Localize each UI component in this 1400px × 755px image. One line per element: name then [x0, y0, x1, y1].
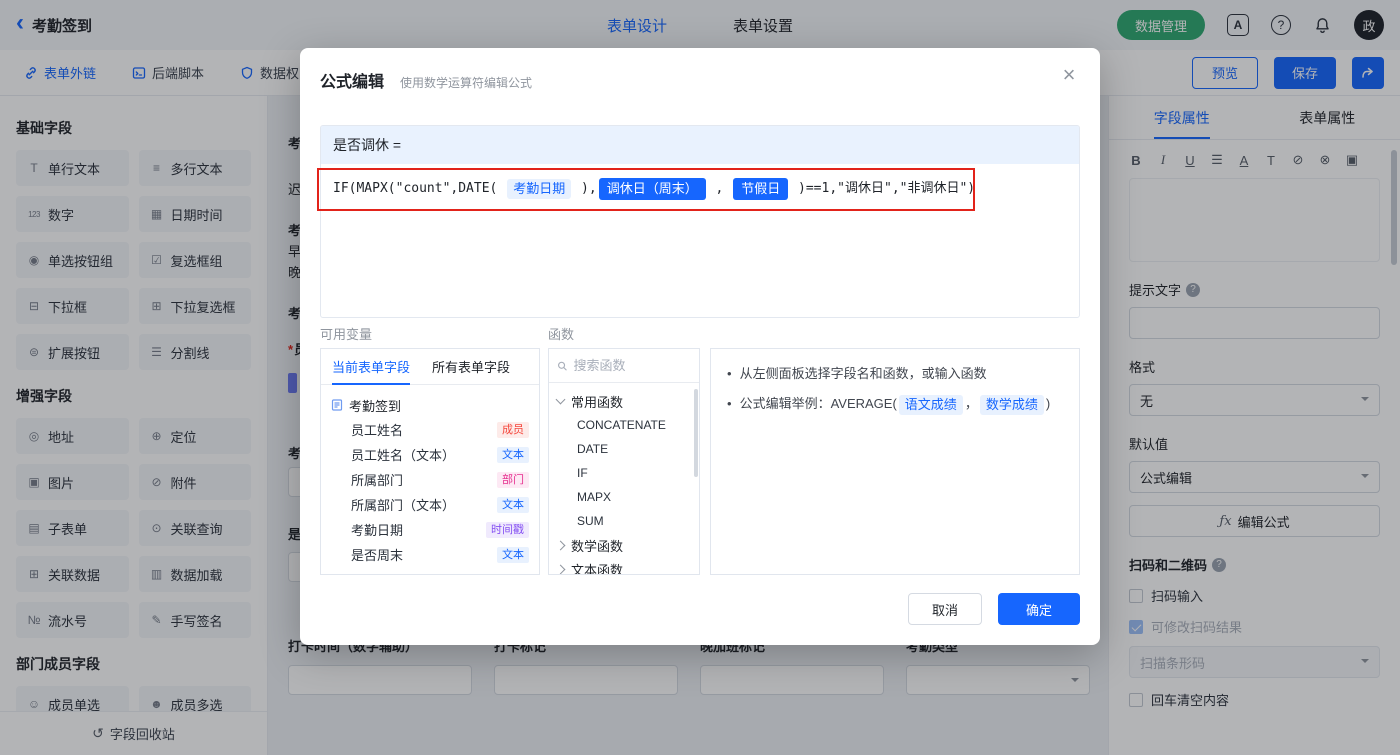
- tab-current-form-fields[interactable]: 当前表单字段: [321, 349, 421, 385]
- field-type-tag: 文本: [497, 446, 529, 463]
- search-input[interactable]: [573, 358, 691, 373]
- cancel-button[interactable]: 取消: [908, 593, 982, 625]
- function-item[interactable]: SUM: [555, 509, 693, 533]
- example-field-chip: 语文成绩: [898, 394, 963, 415]
- tab-all-form-fields[interactable]: 所有表单字段: [421, 349, 521, 384]
- help-example: 公式编辑举例：AVERAGE(语文成绩，数学成绩): [740, 393, 1050, 415]
- function-item[interactable]: CONCATENATE: [555, 413, 693, 437]
- confirm-button[interactable]: 确定: [998, 593, 1080, 625]
- form-node[interactable]: 考勤签到: [331, 393, 529, 417]
- formula-help-panel: 从左侧面板选择字段名和函数，或输入函数 公式编辑举例：AVERAGE(语文成绩，…: [710, 348, 1080, 575]
- variable-row[interactable]: 员工姓名 成员: [331, 417, 529, 442]
- variables-label: 可用变量: [320, 327, 373, 342]
- functions-panel: 常用函数 CONCATENATE DATE IF MAPX SUM 数学函数 文…: [548, 348, 700, 575]
- formula-edit-modal: 公式编辑 使用数学运算符编辑公式 是否调休 = IF(MAPX("count",…: [300, 48, 1100, 645]
- help-tip: 从左侧面板选择字段名和函数，或输入函数: [739, 366, 987, 381]
- field-chip-selected[interactable]: 节假日: [733, 177, 789, 200]
- field-type-tag: 文本: [497, 546, 529, 563]
- function-item[interactable]: MAPX: [555, 485, 693, 509]
- functions-scrollbar[interactable]: [694, 389, 698, 477]
- field-chip-selected[interactable]: 调休日（周末）: [598, 177, 706, 200]
- field-type-tag: 文本: [497, 496, 529, 513]
- field-type-tag: 时间戳: [486, 521, 529, 538]
- field-type-tag: 部门: [497, 471, 529, 488]
- variable-row[interactable]: 考勤日期 时间戳: [331, 517, 529, 542]
- function-group-text[interactable]: 文本函数: [555, 557, 693, 574]
- formula-editor-block: 是否调休 = IF(MAPX("count",DATE( 考勤日期 ), 调休日（…: [320, 125, 1080, 318]
- chevron-right-icon: [555, 540, 566, 550]
- chevron-down-icon: [555, 394, 566, 405]
- function-group-common[interactable]: 常用函数: [555, 389, 693, 413]
- document-icon: [331, 399, 343, 411]
- function-search: [549, 349, 699, 383]
- functions-label: 函数: [548, 327, 575, 342]
- search-icon: [558, 361, 567, 370]
- function-group-math[interactable]: 数学函数: [555, 533, 693, 557]
- formula-editor[interactable]: IF(MAPX("count",DATE( 考勤日期 ), 调休日（周末） , 节…: [321, 164, 1079, 317]
- example-field-chip: 数学成绩: [979, 394, 1044, 415]
- variable-row[interactable]: 是否周末 文本: [331, 542, 529, 567]
- modal-title: 公式编辑: [320, 74, 385, 91]
- function-item[interactable]: DATE: [555, 437, 693, 461]
- chevron-right-icon: [555, 564, 566, 574]
- function-item[interactable]: IF: [555, 461, 693, 485]
- formula-result-label: 是否调休 =: [321, 126, 1079, 164]
- modal-subtitle: 使用数学运算符编辑公式: [400, 76, 533, 90]
- variable-row[interactable]: 所属部门 部门: [331, 467, 529, 492]
- close-icon[interactable]: [1054, 60, 1084, 90]
- variable-row[interactable]: 员工姓名（文本） 文本: [331, 442, 529, 467]
- field-type-tag: 成员: [497, 421, 529, 438]
- variable-row[interactable]: 所属部门（文本） 文本: [331, 492, 529, 517]
- field-chip[interactable]: 考勤日期: [507, 178, 572, 199]
- variables-panel: 当前表单字段 所有表单字段 考勤签到 员工姓名 成员 员工姓名（文本） 文本 所属部…: [320, 348, 540, 575]
